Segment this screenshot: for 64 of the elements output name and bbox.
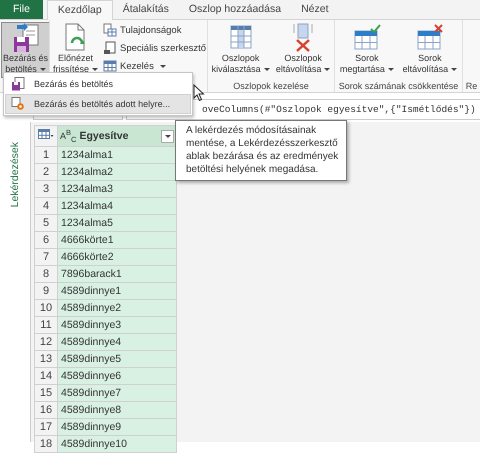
row-number: 12 (34, 334, 58, 350)
table-cell: 1234alma4 (58, 198, 176, 214)
table-cell: 4589dinnye6 (58, 368, 176, 384)
row-number: 4 (34, 198, 58, 214)
column-title: Egyesítve (79, 130, 130, 142)
row-number: 14 (34, 368, 58, 384)
table-cell: 4589dinnye9 (58, 418, 176, 436)
group-label: Sorok számának csökkentése (338, 80, 460, 92)
row-number: 15 (34, 384, 58, 402)
ribbon-button[interactable]: Sorok eltávolítása (400, 22, 460, 78)
row-number: 17 (34, 418, 58, 436)
row-number: 1 (34, 146, 58, 164)
ribbon-tab[interactable]: Nézet (291, 0, 338, 19)
gear-icon (11, 97, 25, 111)
table-cell: 4589dinnye7 (58, 384, 176, 402)
ribbon-button[interactable]: Tulajdonságok (101, 22, 207, 38)
row-number: 11 (34, 316, 58, 334)
column-header[interactable]: A$^{B}$$_{C}$ Egyesítve (58, 126, 176, 146)
ribbon-button[interactable]: Sorok megtartása (338, 22, 396, 78)
row-number: 7 (34, 248, 58, 266)
table-cell: 1234alma2 (58, 164, 176, 180)
table-cell: 4589dinnye10 (58, 436, 176, 452)
ribbon-tab[interactable]: Átalakítás (112, 0, 179, 19)
row-number: 8 (34, 266, 58, 282)
table-cell: 4589dinnye4 (58, 334, 176, 350)
table-cell: 4589dinnye2 (58, 300, 176, 316)
row-number: 13 (34, 350, 58, 368)
ribbon-tab[interactable]: Oszlop hozzáadása (178, 0, 292, 19)
row-number: 16 (34, 402, 58, 418)
row-number: 6 (34, 232, 58, 248)
document-icon (103, 41, 118, 55)
group-label: Re (464, 80, 478, 92)
table-menu-button[interactable] (34, 126, 58, 146)
row-number: 3 (34, 180, 58, 198)
menu-item[interactable]: Bezárás és betöltés adott helyre... (5, 94, 191, 114)
row-number: 9 (34, 282, 58, 300)
group-label: Oszlopok kezelése (232, 80, 310, 92)
row-number: 10 (34, 300, 58, 316)
row-number: 2 (34, 164, 58, 180)
table-cell: 1234alma3 (58, 180, 176, 198)
table-cell: 7896barack1 (58, 266, 176, 282)
tooltip: A lekérdezés módosításainak mentése, a Lekérdezésszerkesztő ablak bezárása és az eredmények betöltési helyének megadása. (175, 120, 348, 181)
row-number: 18 (34, 436, 58, 452)
save-icon (11, 77, 25, 91)
filter-dropdown-button[interactable] (161, 130, 174, 142)
ribbon-button[interactable]: Oszlopok kiválasztása (210, 22, 272, 78)
ribbon-tab[interactable]: Kezdőlap (46, 0, 113, 20)
table-cell: 4589dinnye8 (58, 402, 176, 418)
table-cell: 4666körte1 (58, 232, 176, 248)
queries-pane-title[interactable]: Lekérdezések (9, 142, 21, 208)
table-cell: 4589dinnye1 (58, 282, 176, 300)
row-number: 5 (34, 214, 58, 232)
table-properties-icon (103, 23, 118, 37)
table-cell: 1234alma1 (58, 146, 176, 164)
table-icon (38, 129, 54, 140)
table-cell: 4666körte2 (58, 248, 176, 266)
ribbon-button[interactable]: Oszlopok eltávolítása (274, 22, 332, 78)
table-cell: 1234alma5 (58, 214, 176, 232)
ribbon-button[interactable]: Bezárás és betöltés (1, 22, 49, 78)
ribbon-button[interactable]: Speciális szerkesztő (101, 40, 207, 56)
table-cell: 4589dinnye5 (58, 350, 176, 368)
file-tab[interactable]: File (0, 0, 43, 19)
table-cell: 4589dinnye3 (58, 316, 176, 334)
save-icon (12, 23, 40, 53)
